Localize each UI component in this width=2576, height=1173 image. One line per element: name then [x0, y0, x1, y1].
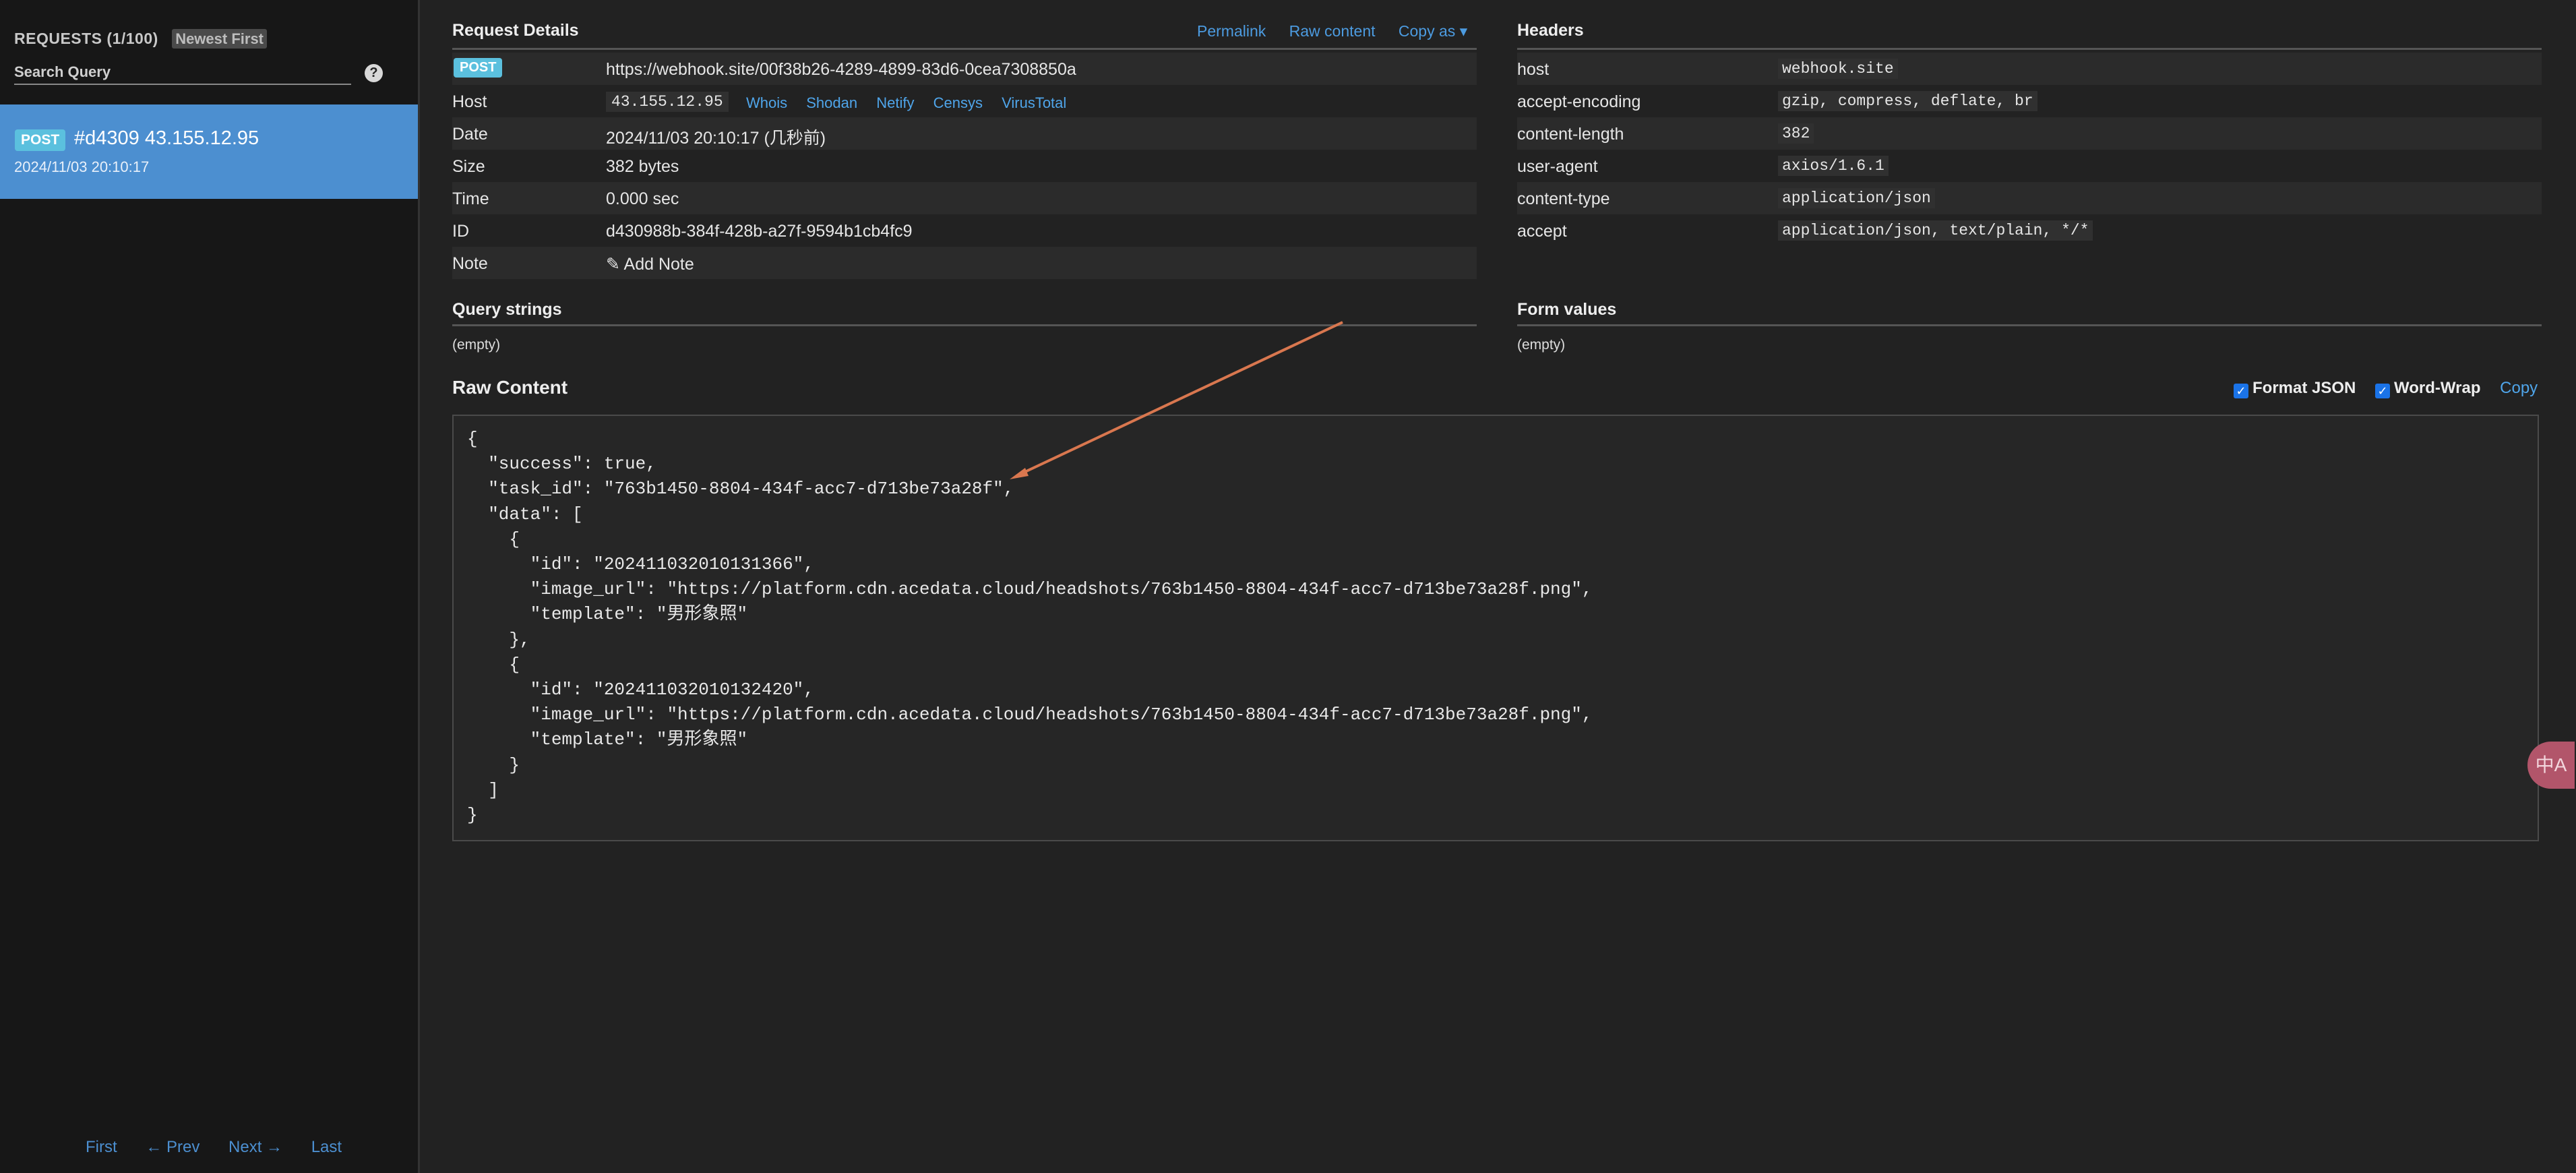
translate-icon[interactable]: 中A	[2527, 742, 2575, 789]
arrowhead	[1010, 468, 1029, 479]
annotation-arrow	[0, 0, 2576, 1173]
arrow-line	[1016, 322, 1343, 476]
